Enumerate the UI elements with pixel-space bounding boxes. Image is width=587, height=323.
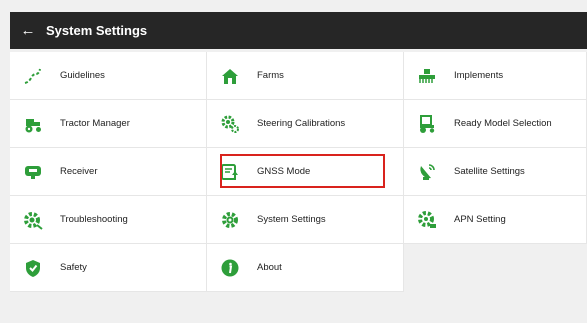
menu-label: Ready Model Selection xyxy=(454,118,552,129)
arrow-left-icon: ← xyxy=(20,22,36,39)
menu-label: APN Setting xyxy=(454,214,506,225)
menu-item-implements[interactable]: Implements xyxy=(404,52,587,100)
empty-cell xyxy=(404,244,587,292)
farm-house-icon xyxy=(220,66,240,86)
menu-label: Guidelines xyxy=(60,70,105,81)
calibration-gears-icon xyxy=(220,114,240,134)
menu-label: Safety xyxy=(60,262,87,273)
menu-item-steering-calibrations[interactable]: Steering Calibrations xyxy=(207,100,404,148)
menu-label: Implements xyxy=(454,70,504,81)
menu-item-apn-setting[interactable]: APN Setting xyxy=(404,196,587,244)
menu-label: GNSS Mode xyxy=(257,166,311,177)
menu-label: Receiver xyxy=(60,166,98,177)
menu-item-satellite-settings[interactable]: Satellite Settings xyxy=(404,148,587,196)
menu-item-system-settings[interactable]: System Settings xyxy=(207,196,404,244)
gear-icon xyxy=(220,210,240,230)
troubleshooting-gear-icon xyxy=(23,210,43,230)
menu-item-ready-model-selection[interactable]: Ready Model Selection xyxy=(404,100,587,148)
receiver-icon xyxy=(23,162,43,182)
settings-grid: Guidelines Farms Implements Tractor Mana… xyxy=(10,52,587,292)
tractor-model-icon xyxy=(417,114,437,134)
menu-item-guidelines[interactable]: Guidelines xyxy=(10,52,207,100)
back-button[interactable]: ← xyxy=(10,12,46,49)
menu-label: Tractor Manager xyxy=(60,118,130,129)
info-icon xyxy=(220,258,240,278)
menu-item-troubleshooting[interactable]: Troubleshooting xyxy=(10,196,207,244)
menu-item-safety[interactable]: Safety xyxy=(10,244,207,292)
satellite-dish-icon xyxy=(417,162,437,182)
settings-screen: ← System Settings Guidelines Farms Imple… xyxy=(10,12,587,323)
menu-item-farms[interactable]: Farms xyxy=(207,52,404,100)
menu-item-about[interactable]: About xyxy=(207,244,404,292)
menu-label: Satellite Settings xyxy=(454,166,525,177)
menu-label: System Settings xyxy=(257,214,326,225)
menu-item-tractor-manager[interactable]: Tractor Manager xyxy=(10,100,207,148)
apn-gear-icon xyxy=(417,210,437,230)
menu-item-receiver[interactable]: Receiver xyxy=(10,148,207,196)
menu-label: Steering Calibrations xyxy=(257,118,346,129)
top-bar: ← System Settings xyxy=(10,12,587,49)
menu-label: Troubleshooting xyxy=(60,214,128,225)
page-title: System Settings xyxy=(46,23,148,38)
menu-item-gnss-mode[interactable]: GNSS Mode xyxy=(207,148,404,196)
menu-label: Farms xyxy=(257,70,284,81)
guidelines-icon xyxy=(23,66,43,86)
menu-label: About xyxy=(257,262,282,273)
implement-icon xyxy=(417,66,437,86)
shield-icon xyxy=(23,258,43,278)
gnss-mode-icon xyxy=(220,162,240,182)
tractor-icon xyxy=(23,114,43,134)
